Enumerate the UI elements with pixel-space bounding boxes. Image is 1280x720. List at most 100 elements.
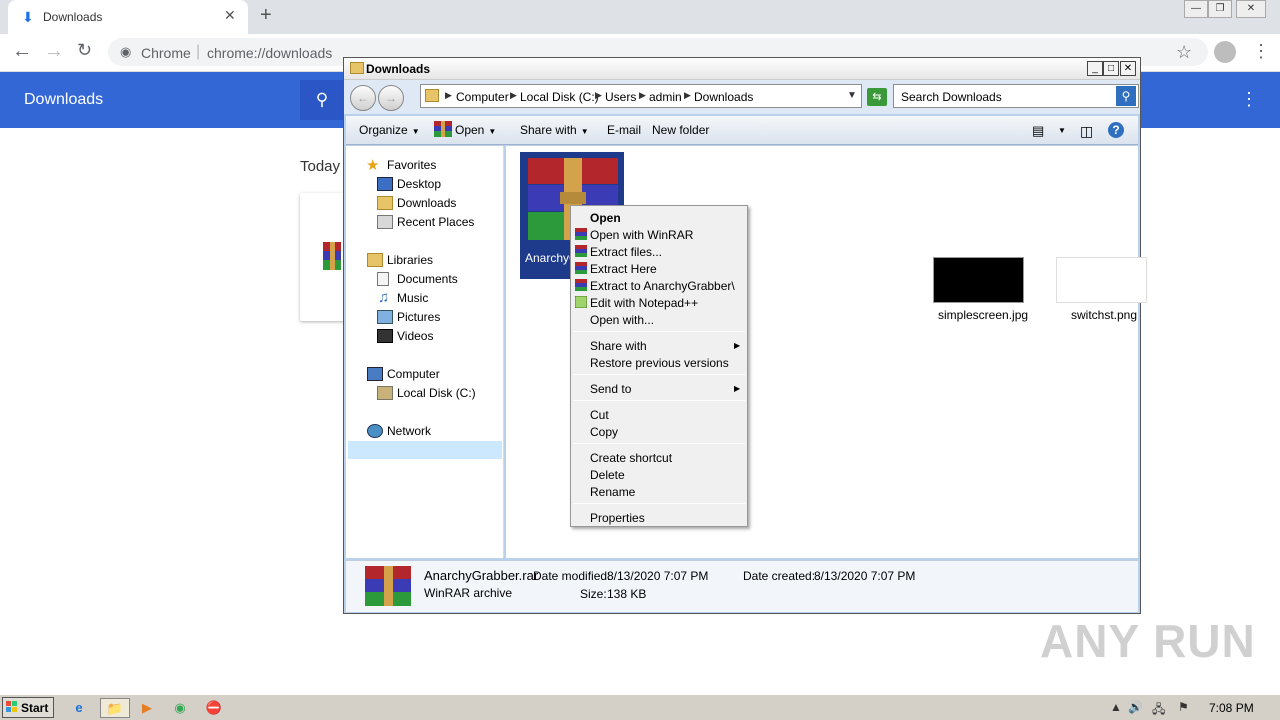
image-thumbnail[interactable]	[1056, 257, 1147, 303]
start-button[interactable]: Start	[2, 697, 54, 718]
nav-music[interactable]: Music	[397, 291, 428, 305]
nav-libraries[interactable]: Libraries	[387, 253, 433, 267]
menu-item-create-shortcut[interactable]: Create shortcut	[590, 451, 672, 465]
pictures-icon	[377, 310, 393, 324]
menu-item-open[interactable]: Open	[590, 211, 621, 225]
restore-button[interactable]: ❐	[1208, 0, 1232, 18]
nav-computer[interactable]: Computer	[387, 367, 440, 381]
email-button[interactable]: E-mail	[607, 123, 641, 137]
chevron-down-icon[interactable]: ▼	[1058, 126, 1066, 135]
menu-item-delete[interactable]: Delete	[590, 468, 625, 482]
nav-desktop[interactable]: Desktop	[397, 177, 441, 191]
tab-downloads[interactable]: ⬇ Downloads ✕	[8, 0, 248, 34]
preview-pane-icon[interactable]: ◫	[1080, 123, 1093, 140]
search-icon[interactable]: ⚲	[1116, 86, 1136, 106]
file-label[interactable]: switchst.png	[1071, 308, 1137, 322]
back-icon[interactable]: ←	[350, 85, 376, 111]
ie-icon[interactable]: e	[68, 698, 90, 718]
help-icon[interactable]: ?	[1108, 122, 1124, 138]
nav-network[interactable]: Network	[387, 424, 431, 438]
chevron-icon[interactable]: ▶	[445, 90, 452, 101]
file-label[interactable]: simplescreen.jpg	[938, 308, 1028, 322]
open-button[interactable]: Open ▼	[455, 123, 496, 137]
network-tray-icon[interactable]: 🖧	[1152, 700, 1165, 720]
menu-item-extract-here[interactable]: Extract Here	[590, 262, 657, 276]
menu-item-open-with-winrar[interactable]: Open with WinRAR	[590, 228, 693, 242]
menu-item-open-with[interactable]: Open with...	[590, 313, 654, 327]
menu-item-extract-to[interactable]: Extract to AnarchyGrabber\	[590, 279, 735, 293]
menu-item-restore-versions[interactable]: Restore previous versions	[590, 356, 729, 370]
menu-item-share-with[interactable]: Share with	[590, 339, 647, 353]
media-player-icon[interactable]: ▶	[136, 698, 158, 718]
chrome-icon: ◉	[120, 44, 132, 59]
profile-icon[interactable]	[1214, 41, 1236, 63]
tray-expand-icon[interactable]: ▲	[1110, 700, 1122, 714]
menu-item-rename[interactable]: Rename	[590, 485, 635, 499]
minimize-button[interactable]: _	[1087, 61, 1103, 76]
view-icon[interactable]: ▤	[1032, 123, 1044, 139]
chevron-icon[interactable]: ▶	[639, 90, 646, 101]
reload-icon[interactable]: ↻	[77, 40, 92, 61]
breadcrumb-local-disk[interactable]: Local Disk (C:)	[520, 90, 599, 104]
chevron-down-icon[interactable]: ▼	[847, 90, 857, 101]
window-title: Downloads	[366, 62, 431, 76]
breadcrumb-downloads[interactable]: Downloads	[694, 90, 753, 104]
navigation-pane: ★ Favorites Desktop Downloads Recent Pla…	[346, 146, 504, 558]
menu-item-extract-files[interactable]: Extract files...	[590, 245, 662, 259]
clock[interactable]: 7:08 PM	[1209, 701, 1254, 715]
details-size-value: 138 KB	[607, 587, 647, 601]
close-icon[interactable]: ✕	[224, 7, 236, 24]
plus-icon[interactable]: +	[260, 4, 272, 27]
maximize-button[interactable]: □	[1103, 61, 1119, 76]
forward-icon[interactable]: →	[44, 40, 64, 63]
back-icon[interactable]: ←	[12, 40, 32, 63]
explorer-taskbar-icon[interactable]: 📁	[100, 698, 130, 718]
volume-icon[interactable]: 🔊	[1128, 700, 1143, 714]
nav-downloads[interactable]: Downloads	[397, 196, 456, 210]
organize-button[interactable]: Organize ▼	[359, 123, 420, 137]
menu-item-edit-notepad[interactable]: Edit with Notepad++	[590, 296, 698, 310]
close-button[interactable]: ✕	[1120, 61, 1136, 76]
stop-icon[interactable]: ⛔	[203, 698, 225, 718]
menu-item-copy[interactable]: Copy	[590, 425, 618, 439]
chevron-icon[interactable]: ▶	[684, 90, 691, 101]
nav-videos[interactable]: Videos	[397, 329, 433, 343]
menu-item-properties[interactable]: Properties	[590, 511, 645, 525]
nav-local-disk[interactable]: Local Disk (C:)	[397, 386, 476, 400]
explorer-titlebar[interactable]: Downloads _ □ ✕	[344, 58, 1140, 80]
address-bar[interactable]: ▶ Computer ▶ Local Disk (C:) ▶ Users ▶ a…	[420, 84, 862, 108]
menu-icon[interactable]: ⋮	[1252, 41, 1270, 62]
chrome-taskbar-icon[interactable]: ◉	[169, 698, 191, 718]
taskbar: Start e 📁 ▶ ◉ ⛔ ▲ 🔊 🖧 ⚑ 7:08 PM	[0, 694, 1280, 720]
flag-icon[interactable]: ⚑	[1178, 700, 1189, 714]
new-folder-button[interactable]: New folder	[652, 123, 709, 137]
computer-icon	[367, 367, 383, 381]
star-icon[interactable]: ☆	[1176, 42, 1192, 63]
search-input[interactable]: Search Downloads ⚲	[893, 84, 1139, 108]
more-icon[interactable]: ⋮	[1240, 89, 1258, 110]
winrar-icon	[434, 121, 452, 137]
menu-separator	[573, 374, 745, 375]
menu-item-cut[interactable]: Cut	[590, 408, 609, 422]
details-filetype: WinRAR archive	[424, 586, 513, 600]
minimize-button[interactable]: —	[1184, 0, 1208, 18]
menu-item-send-to[interactable]: Send to	[590, 382, 631, 396]
downloads-folder-icon	[377, 196, 393, 210]
breadcrumb-users[interactable]: Users	[605, 90, 636, 104]
nav-documents[interactable]: Documents	[397, 272, 458, 286]
breadcrumb-computer[interactable]: Computer	[456, 90, 509, 104]
winrar-icon	[575, 228, 587, 240]
breadcrumb-admin[interactable]: admin	[649, 90, 682, 104]
search-icon[interactable]: ⚲	[300, 80, 344, 120]
close-window-button[interactable]: ✕	[1236, 0, 1266, 18]
forward-icon[interactable]: →	[378, 85, 404, 111]
local-disk-icon	[377, 386, 393, 400]
nav-favorites[interactable]: Favorites	[387, 158, 436, 172]
nav-recent-places[interactable]: Recent Places	[397, 215, 474, 229]
share-with-button[interactable]: Share with ▼	[520, 123, 589, 137]
refresh-icon[interactable]: ⇆	[867, 88, 887, 106]
nav-pictures[interactable]: Pictures	[397, 310, 440, 324]
chevron-icon[interactable]: ▶	[510, 90, 517, 101]
chevron-icon[interactable]: ▶	[595, 90, 602, 101]
image-thumbnail[interactable]	[933, 257, 1024, 303]
